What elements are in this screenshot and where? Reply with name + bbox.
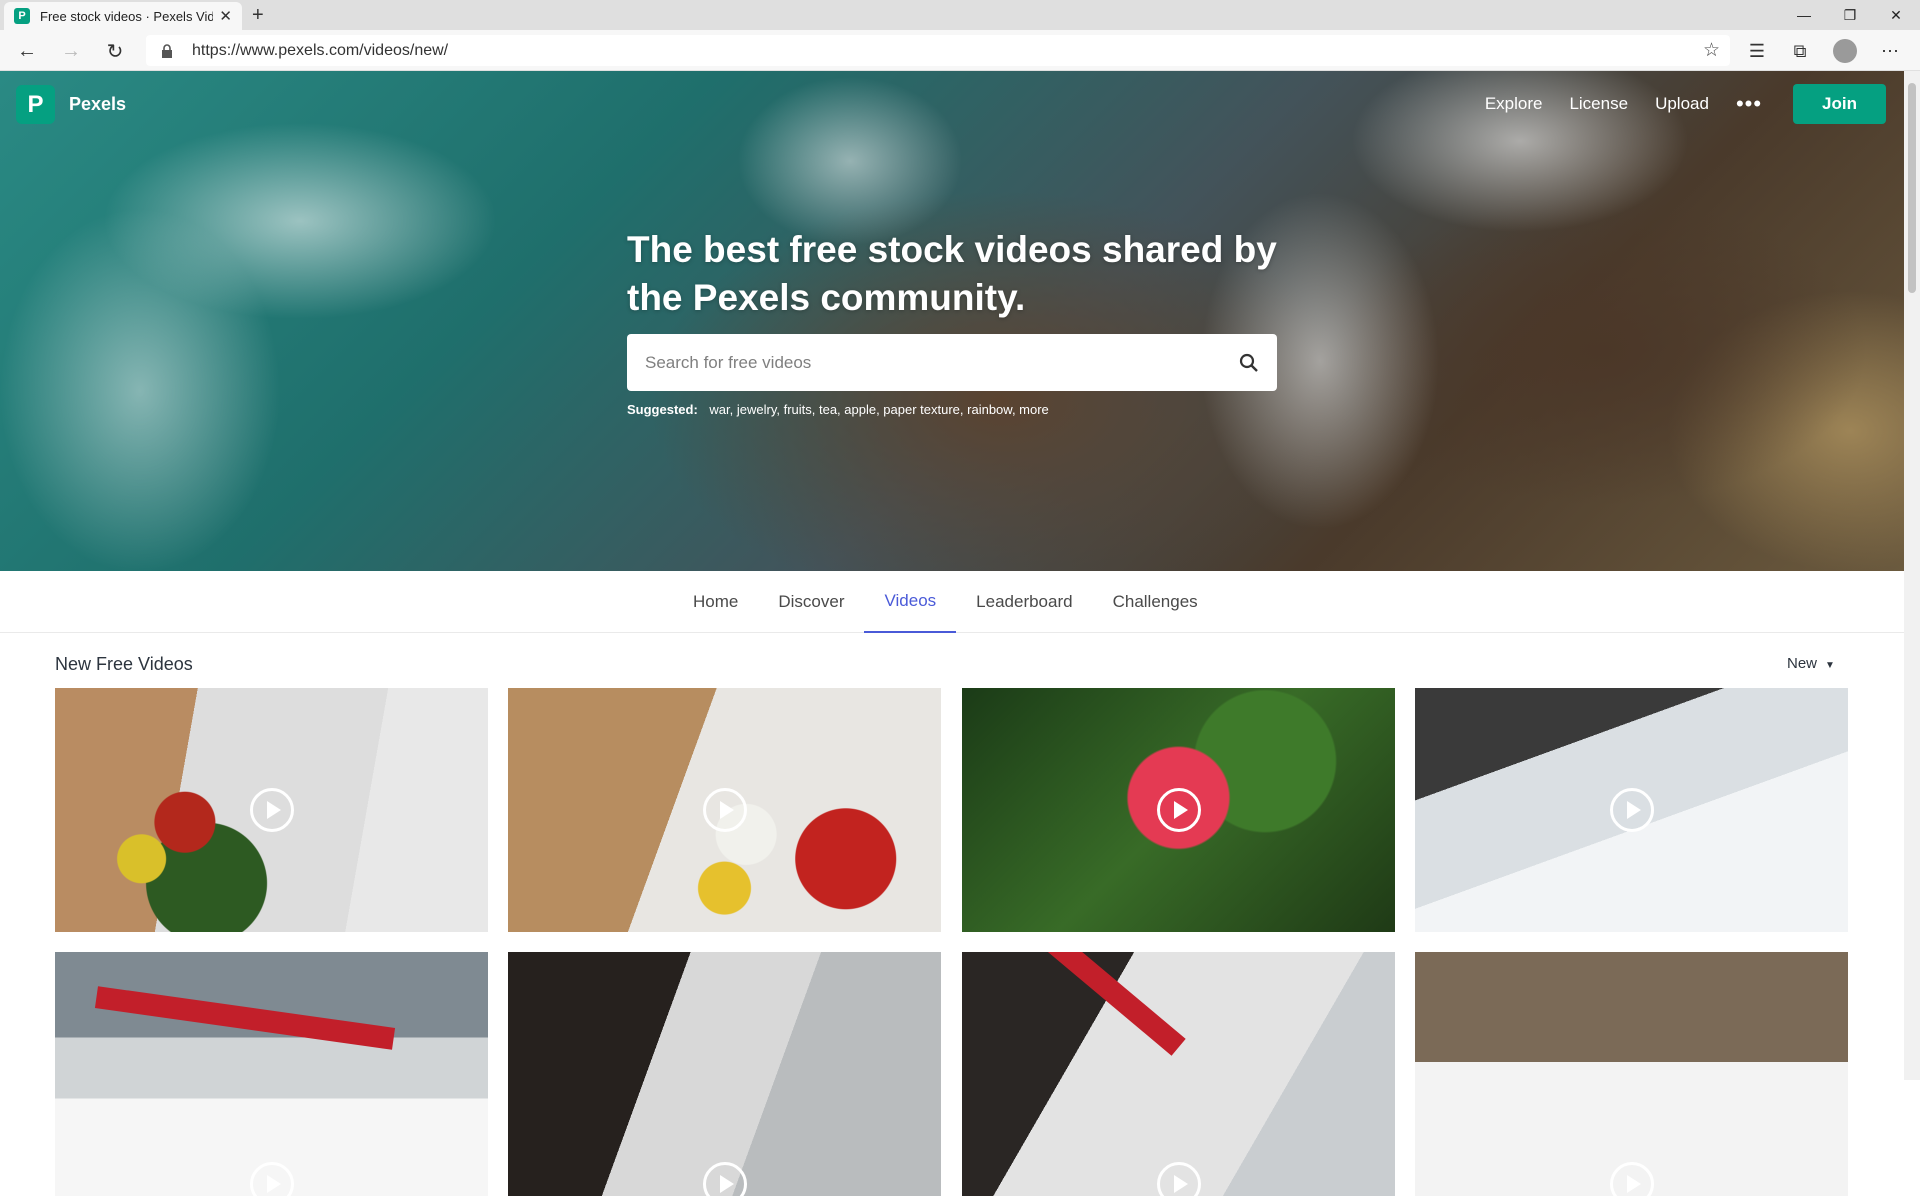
video-thumbnail[interactable] [1415, 688, 1848, 932]
search-input[interactable]: Search for free videos [627, 334, 1277, 391]
play-icon[interactable] [249, 788, 294, 832]
tab-home[interactable]: Home [673, 571, 758, 633]
video-thumbnail[interactable] [55, 688, 488, 932]
search-icon[interactable] [1239, 353, 1259, 373]
nav-explore[interactable]: Explore [1485, 94, 1543, 114]
play-icon[interactable] [702, 1162, 747, 1196]
play-icon[interactable] [1609, 788, 1654, 832]
section-tabs: Home Discover Videos Leaderboard Challen… [0, 571, 1904, 633]
play-icon[interactable] [249, 1162, 294, 1196]
hero-headline: The best free stock videos shared by the… [627, 229, 1277, 318]
video-thumbnail[interactable] [55, 952, 488, 1196]
minimize-icon[interactable]: — [1781, 0, 1827, 30]
play-icon[interactable] [702, 788, 747, 832]
suggested-label: Suggested: [627, 402, 698, 417]
forward-icon[interactable]: → [58, 38, 84, 64]
video-thumbnail[interactable] [508, 952, 941, 1196]
lock-icon [162, 43, 172, 58]
nav-license[interactable]: License [1569, 94, 1628, 114]
back-icon[interactable]: ← [14, 38, 40, 64]
video-thumbnail[interactable] [1415, 952, 1848, 1196]
restore-icon[interactable]: ❐ [1827, 0, 1873, 30]
video-thumbnail[interactable] [962, 688, 1395, 932]
search-placeholder: Search for free videos [645, 352, 812, 372]
collections-icon[interactable]: ⧉ [1788, 39, 1812, 63]
sort-dropdown[interactable]: New ▼ [1787, 655, 1835, 672]
tab-title: Free stock videos · Pexels Videos [40, 8, 214, 24]
tab-discover[interactable]: Discover [758, 571, 864, 633]
scrollbar-thumb[interactable] [1908, 83, 1916, 293]
suggested-searches: Suggested: war, jewelry, fruits, tea, ap… [627, 402, 1049, 417]
play-icon[interactable] [1609, 1162, 1654, 1196]
favorites-list-icon[interactable]: ☰ [1745, 39, 1769, 63]
tab-videos[interactable]: Videos [864, 571, 957, 633]
new-tab-button[interactable]: + [252, 4, 264, 27]
browser-tab[interactable]: P Free stock videos · Pexels Videos ✕ [4, 2, 242, 30]
browser-tab-bar: P Free stock videos · Pexels Videos ✕ + … [0, 0, 1920, 30]
pexels-favicon-icon: P [14, 8, 30, 24]
play-icon[interactable] [1156, 1162, 1201, 1196]
tab-challenges[interactable]: Challenges [1093, 571, 1218, 633]
nav-upload[interactable]: Upload [1655, 94, 1709, 114]
chevron-down-icon: ▼ [1825, 660, 1835, 671]
top-nav: Explore License Upload ••• Join [1485, 84, 1886, 124]
address-bar: ← → ↻ https://www.pexels.com/videos/new/… [0, 30, 1920, 71]
profile-avatar[interactable] [1833, 39, 1857, 63]
brand-name: Pexels [69, 94, 127, 114]
page-scrollbar[interactable] [1904, 71, 1920, 1080]
favorite-star-icon[interactable]: ☆ [1703, 39, 1720, 62]
url-text: https://www.pexels.com/videos/new/ [192, 41, 449, 59]
suggested-terms[interactable]: war, jewelry, fruits, tea, apple, paper … [709, 402, 1048, 417]
close-tab-icon[interactable]: ✕ [219, 7, 232, 25]
video-thumbnail[interactable] [508, 688, 941, 932]
url-field[interactable]: https://www.pexels.com/videos/new/ ☆ [146, 35, 1730, 66]
reload-icon[interactable]: ↻ [102, 38, 128, 64]
video-thumbnail[interactable] [962, 952, 1395, 1196]
join-button[interactable]: Join [1793, 84, 1886, 124]
tab-leaderboard[interactable]: Leaderboard [956, 571, 1092, 633]
settings-more-icon[interactable]: ⋯ [1878, 39, 1902, 63]
play-icon[interactable] [1156, 788, 1201, 832]
sort-label: New [1787, 655, 1818, 672]
close-window-icon[interactable]: ✕ [1873, 0, 1919, 30]
section-title: New Free Videos [55, 654, 193, 674]
hero-banner: P Pexels Explore License Upload ••• Join… [0, 71, 1904, 571]
pexels-logo-icon: P [16, 85, 55, 124]
pexels-logo[interactable]: P Pexels [16, 85, 126, 124]
more-menu-icon[interactable]: ••• [1736, 91, 1762, 117]
